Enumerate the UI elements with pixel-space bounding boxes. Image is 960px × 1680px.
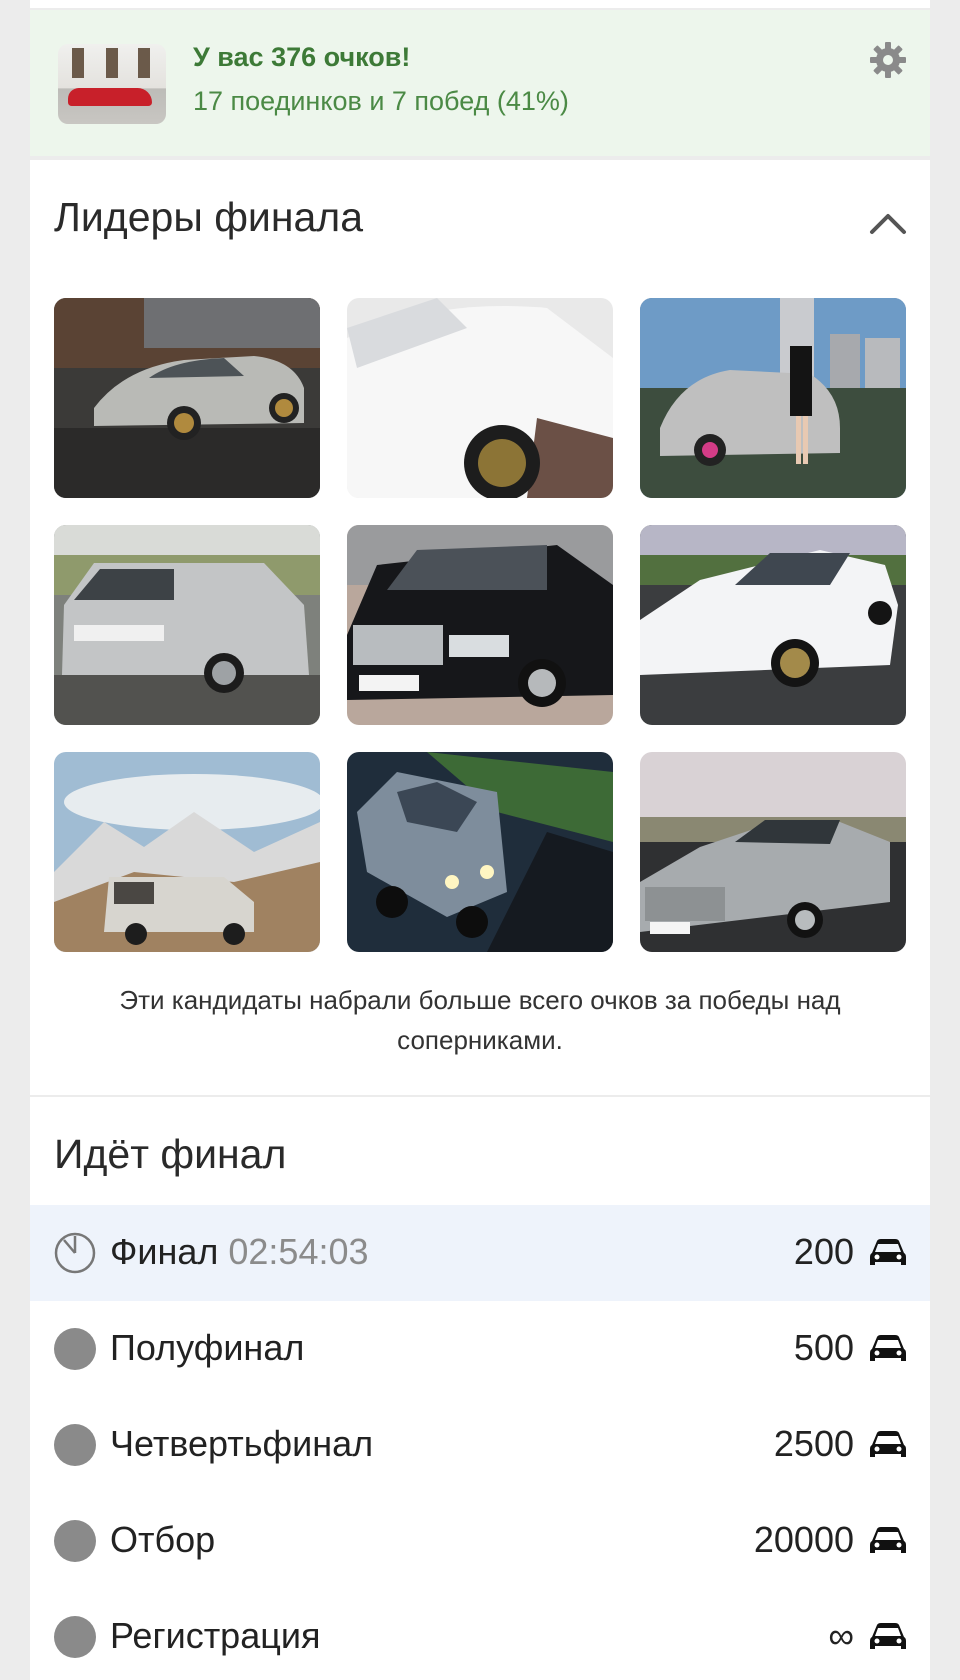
- stage-timer: 02:54:03: [228, 1231, 369, 1272]
- stage-row-semifinal[interactable]: Полуфинал 500: [30, 1301, 930, 1397]
- gear-icon[interactable]: [868, 40, 908, 80]
- leaders-grid: [54, 298, 906, 952]
- stage-row-final[interactable]: Финал 02:54:03 200: [30, 1205, 930, 1301]
- stage-points: 200: [793, 1231, 854, 1272]
- leaders-caption: Эти кандидаты набрали больше всего очков…: [119, 985, 841, 1055]
- top-card-edge: [30, 0, 930, 8]
- stage-row-registration[interactable]: Регистрация ∞: [30, 1589, 930, 1680]
- building-shape: [106, 48, 118, 78]
- car-icon: [868, 1619, 908, 1653]
- car-icon: [868, 1427, 908, 1461]
- building-shape: [138, 48, 150, 78]
- stage-name: Финал 02:54:03: [110, 1231, 369, 1273]
- stage-label: Полуфинал: [110, 1327, 305, 1368]
- silver-wagon-photo[interactable]: [54, 525, 320, 725]
- building-shape: [72, 48, 84, 78]
- chevron-up-icon[interactable]: [868, 208, 908, 238]
- final-title: Идёт финал: [54, 1131, 287, 1177]
- van-in-mountains-photo[interactable]: [54, 752, 320, 952]
- stage-points: ∞: [828, 1615, 854, 1656]
- stage-row-quarterfinal[interactable]: Четвертьфинал 2500: [30, 1397, 930, 1493]
- car-icon: [868, 1235, 908, 1269]
- car-icon: [868, 1523, 908, 1557]
- white-sedan-photo[interactable]: [640, 525, 906, 725]
- clock-icon: [54, 1232, 96, 1274]
- circle-icon: [54, 1424, 96, 1466]
- stage-label: Финал: [110, 1231, 219, 1272]
- leaders-title: Лидеры финала: [54, 194, 364, 240]
- user-car-thumbnail[interactable]: [58, 44, 166, 124]
- stage-row-selection[interactable]: Отбор 20000: [30, 1493, 930, 1589]
- silver-sedan-photo[interactable]: [54, 298, 320, 498]
- black-mercedes-photo[interactable]: [347, 525, 613, 725]
- circle-icon: [54, 1616, 96, 1658]
- stage-label: Регистрация: [110, 1615, 321, 1656]
- stage-label: Отбор: [110, 1519, 216, 1560]
- score-stats: 17 поединков и 7 побед (41%): [193, 86, 569, 116]
- car-icon: [868, 1331, 908, 1365]
- stage-points: 500: [793, 1327, 854, 1368]
- score-card: У вас 376 очков! 17 поединков и 7 побед …: [30, 10, 930, 156]
- score-title: У вас 376 очков!: [193, 42, 411, 72]
- red-car-shape: [68, 88, 152, 106]
- circle-icon: [54, 1328, 96, 1370]
- stage-points: 2500: [773, 1423, 854, 1464]
- stage-label: Четвертьфинал: [110, 1423, 374, 1464]
- page: У вас 376 очков! 17 поединков и 7 побед …: [0, 0, 960, 1680]
- final-section: Идёт финал Финал 02:54:03 200 Полуфинал 5…: [30, 1097, 930, 1680]
- white-car-wheel-photo[interactable]: [347, 298, 613, 498]
- silver-volga-photo[interactable]: [640, 752, 906, 952]
- circle-icon: [54, 1520, 96, 1562]
- silver-sedan-with-woman-photo[interactable]: [640, 298, 906, 498]
- leaders-section: Лидеры финала Эти кандидаты набрали боль…: [30, 160, 930, 1095]
- offroad-van-render-photo[interactable]: [347, 752, 613, 952]
- stage-points: 20000: [753, 1519, 854, 1560]
